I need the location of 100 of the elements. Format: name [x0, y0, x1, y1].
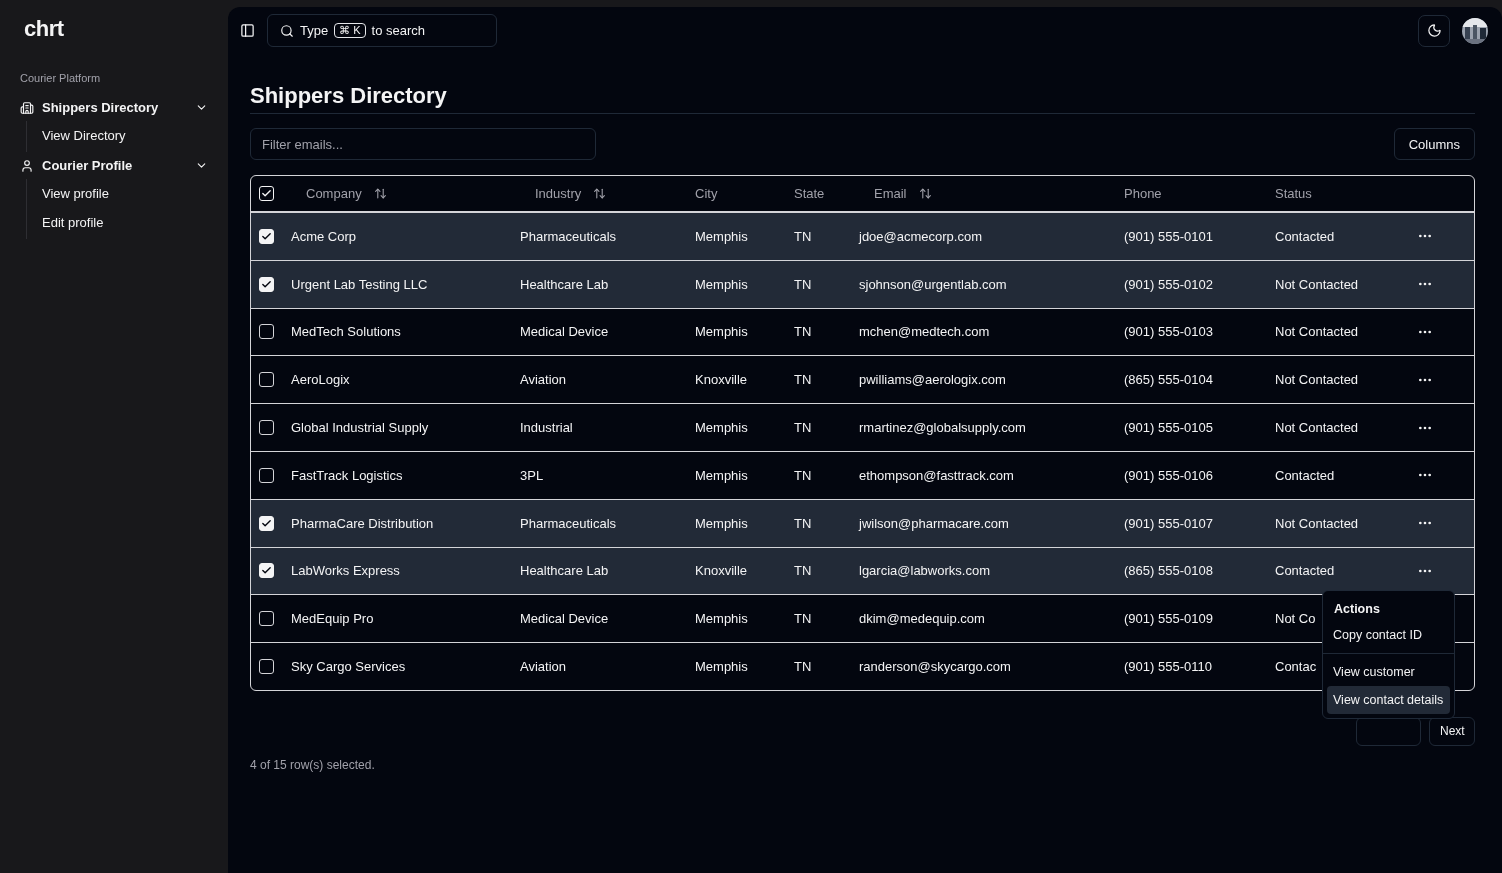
column-header[interactable]: Company: [306, 186, 362, 201]
table-cell: jdoe@acmecorp.com: [859, 228, 983, 244]
table-cell: Memphis: [695, 420, 748, 436]
table-cell: Memphis: [695, 324, 748, 340]
nav-item[interactable]: View profile: [42, 179, 216, 208]
building-icon: [20, 100, 34, 115]
table-cell: (901) 555-0103: [1124, 324, 1213, 340]
table-cell: Not Contacted: [1275, 276, 1359, 292]
table-cell: TN: [794, 276, 812, 292]
table-cell: Not Contacted: [1275, 324, 1359, 340]
table-cell: Memphis: [695, 611, 748, 627]
table-cell: (901) 555-0105: [1124, 420, 1213, 436]
table-row[interactable]: Urgent Lab Testing LLC Healthcare Lab Memphis TN sjohnson@urgentlab.com (901) 555-0102 Not Contacted: [251, 259, 1474, 308]
sort-icon[interactable]: [373, 187, 387, 200]
table-cell: TN: [794, 563, 812, 579]
table-row[interactable]: MedTech Solutions Medical Device Memphis TN mchen@medtech.com (901) 555-0103 Not Contacted: [251, 307, 1474, 356]
sort-icon[interactable]: [918, 187, 932, 200]
menu-item[interactable]: View contact details: [1327, 686, 1450, 714]
menu-item[interactable]: View customer: [1327, 658, 1450, 686]
table-row[interactable]: AeroLogix Aviation Knoxville TN pwilliams@aerologix.com (865) 555-0104 Not Contacted: [251, 355, 1474, 404]
nav-item[interactable]: View Directory: [42, 121, 216, 150]
checkbox[interactable]: [259, 467, 274, 483]
theme-toggle-button[interactable]: [1418, 14, 1450, 47]
column-header: City: [695, 186, 718, 201]
table-cell: Not Contacted: [1275, 515, 1359, 531]
table-cell: (901) 555-0107: [1124, 515, 1213, 531]
search-icon: [280, 23, 294, 38]
section-label: Courier Platform: [20, 72, 102, 84]
page-title: Shippers Directory: [250, 83, 1475, 114]
filter-field[interactable]: Filter emails...: [250, 128, 596, 160]
nav-group[interactable]: Courier Profile: [12, 152, 216, 179]
table-cell: (901) 555-0102: [1124, 276, 1213, 292]
table-cell: Knoxville: [695, 372, 748, 388]
table-row[interactable]: FastTrack Logistics 3PL Memphis TN ethompson@fasttrack.com (901) 555-0106 Contacted: [251, 451, 1474, 499]
table-cell: (901) 555-0109: [1124, 611, 1213, 627]
table-row[interactable]: Global Industrial Supply Industrial Memphis TN rmartinez@globalsupply.com (901) 555-0105 Not Contacted: [251, 403, 1474, 451]
table-cell: Not Contacted: [1275, 420, 1359, 436]
table-cell: Industrial: [520, 420, 573, 436]
checkbox[interactable]: [259, 659, 274, 675]
table-cell: AeroLogix: [291, 372, 350, 388]
table-cell: Memphis: [695, 276, 748, 292]
table-cell: Contac: [1275, 659, 1317, 675]
table-cell: sjohnson@urgentlab.com: [859, 276, 1007, 292]
app-logo: chrt: [23, 15, 65, 42]
check-icon: [261, 188, 272, 199]
columns-button[interactable]: Columns: [1393, 128, 1475, 160]
table-cell: Not Contacted: [1275, 372, 1359, 388]
table-cell: pwilliams@aerologix.com: [859, 372, 1006, 388]
table-row[interactable]: Acme Corp Pharmaceuticals Memphis TN jdoe@acmecorp.com (901) 555-0101 Contacted: [251, 212, 1474, 260]
table-cell: Contacted: [1275, 563, 1335, 579]
table-cell: lgarcia@labworks.com: [859, 563, 990, 579]
table-cell: Medical Device: [520, 611, 609, 627]
sidebar-toggle-icon[interactable]: [240, 23, 255, 38]
table-cell: Contacted: [1275, 228, 1335, 244]
table-cell: ethompson@fasttrack.com: [859, 467, 1014, 483]
table-cell: Urgent Lab Testing LLC: [291, 276, 428, 292]
check-icon: [261, 517, 272, 529]
table-cell: dkim@medequip.com: [859, 611, 985, 627]
table-cell: Healthcare Lab: [520, 276, 609, 292]
table-cell: (865) 555-0108: [1124, 563, 1213, 579]
table-row[interactable]: PharmaCare Distribution Pharmaceuticals Memphis TN jwilson@pharmacare.com (901) 555-0107 Not Contacted: [251, 498, 1474, 547]
table-cell: TN: [794, 659, 812, 675]
column-header: Phone: [1124, 186, 1162, 201]
table-cell: TN: [794, 467, 812, 483]
sort-icon[interactable]: [593, 187, 607, 200]
table-cell: TN: [794, 228, 812, 244]
table-cell: mchen@medtech.com: [859, 324, 990, 340]
checkbox[interactable]: [259, 611, 274, 627]
person-icon: [20, 158, 34, 173]
table-cell: Global Industrial Supply: [291, 420, 429, 436]
checkbox[interactable]: [259, 372, 274, 388]
table-cell: TN: [794, 611, 812, 627]
table-cell: Medical Device: [520, 324, 609, 340]
table-cell: TN: [794, 515, 812, 531]
table-cell: Contacted: [1275, 467, 1335, 483]
nav-item[interactable]: Edit profile: [42, 208, 216, 237]
search-field[interactable]: Type ⌘ K to search: [267, 14, 497, 47]
check-icon: [261, 230, 272, 242]
table-cell: TN: [794, 420, 812, 436]
table-cell: Aviation: [520, 372, 566, 388]
table-cell: TN: [794, 372, 812, 388]
table-cell: rmartinez@globalsupply.com: [859, 420, 1026, 436]
table-cell: 3PL: [520, 467, 544, 483]
table-cell: Knoxville: [695, 563, 748, 579]
table-cell: MedEquip Pro: [291, 611, 374, 627]
table-cell: (901) 555-0106: [1124, 467, 1213, 483]
column-header: State: [794, 186, 825, 201]
checkbox[interactable]: [259, 420, 274, 436]
table-cell: FastTrack Logistics: [291, 467, 403, 483]
column-header[interactable]: Email: [874, 186, 907, 201]
moon-icon: [1426, 23, 1442, 38]
table-cell: Aviation: [520, 659, 566, 675]
table-row[interactable]: LabWorks Express Healthcare Lab Knoxville TN lgarcia@labworks.com (865) 555-0108 Contacted: [251, 546, 1474, 595]
table-cell: PharmaCare Distribution: [291, 515, 434, 531]
checkbox[interactable]: [259, 324, 274, 340]
table-cell: randerson@skycargo.com: [859, 659, 1011, 675]
nav-group[interactable]: Shippers Directory: [12, 94, 216, 121]
column-header[interactable]: Industry: [535, 186, 582, 201]
table-cell: Acme Corp: [291, 228, 357, 244]
table-cell: Memphis: [695, 228, 748, 244]
